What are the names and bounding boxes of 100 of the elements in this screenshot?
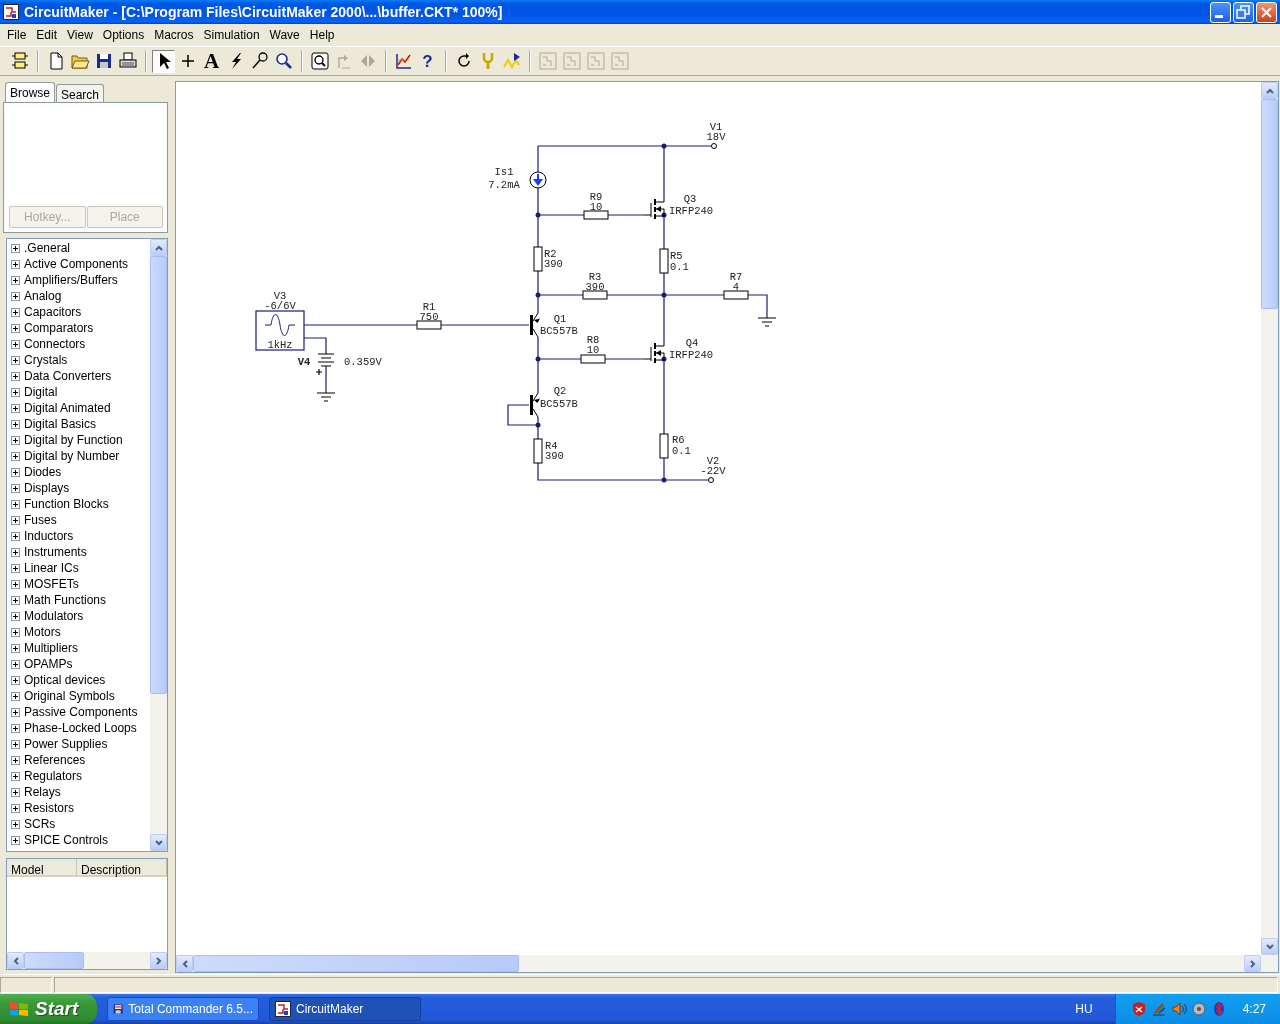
- expand-icon[interactable]: [11, 547, 20, 557]
- tree-item[interactable]: Comparators: [24, 319, 94, 337]
- taskbar-button[interactable]: Total Commander 6.5...: [107, 997, 259, 1021]
- schematic-canvas[interactable]: V1 18V Is1 7.2mA R9 10 Q3 IRFP240 R2 390 R5 0.1 R3 390 R7 4 V3 -6/6V 1kHz R1 750 Q1 BC557B R8 10 Q4 IRFP240 V4 0.359V Q2 BC557B R4 390 R6 0.1 V2 -22V: [175, 81, 1279, 973]
- expand-icon[interactable]: [11, 819, 20, 829]
- expand-icon[interactable]: [11, 595, 20, 605]
- tab[interactable]: Search: [56, 84, 105, 102]
- menu-item[interactable]: View: [62, 26, 98, 44]
- horizontal-scrollbar[interactable]: [176, 955, 1278, 972]
- minimize-button[interactable]: [1210, 1, 1231, 23]
- horizontal-scrollbar[interactable]: [7, 952, 167, 969]
- tree-item[interactable]: Digital Basics: [24, 415, 97, 433]
- expand-icon[interactable]: [11, 611, 20, 621]
- scroll-left-button[interactable]: [7, 952, 24, 969]
- tree-item[interactable]: Crystals: [24, 351, 68, 369]
- tree-item[interactable]: Phase-Locked Loops: [24, 719, 137, 737]
- menu-item[interactable]: Simulation: [198, 26, 265, 44]
- tree-item[interactable]: Inductors: [24, 527, 74, 545]
- expand-icon[interactable]: [11, 659, 20, 669]
- scroll-thumb[interactable]: [193, 955, 519, 972]
- expand-icon[interactable]: [11, 339, 20, 349]
- tree-item[interactable]: References: [24, 751, 86, 769]
- start-button[interactable]: Start: [0, 994, 97, 1024]
- scroll-thumb[interactable]: [150, 256, 167, 694]
- tree-item[interactable]: Digital Animated: [24, 399, 111, 417]
- toolbar-button[interactable]: [308, 49, 331, 73]
- language-indicator[interactable]: HU: [1075, 1000, 1093, 1018]
- tree-item[interactable]: Passive Components: [24, 703, 138, 721]
- tree-item[interactable]: SCRs: [24, 815, 56, 833]
- tree-item[interactable]: Optical devices: [24, 671, 106, 689]
- tree-item[interactable]: Power Supplies: [24, 735, 108, 753]
- expand-icon[interactable]: [11, 835, 20, 845]
- column-header[interactable]: Description: [77, 859, 167, 877]
- expand-icon[interactable]: [11, 451, 20, 461]
- expand-icon[interactable]: [11, 243, 20, 253]
- tree-item[interactable]: Active Components: [24, 255, 129, 273]
- scroll-right-button[interactable]: [150, 952, 167, 969]
- expand-icon[interactable]: [11, 291, 20, 301]
- expand-icon[interactable]: [11, 755, 20, 765]
- tree-item[interactable]: Multipliers: [24, 639, 78, 657]
- tree-item[interactable]: Displays: [24, 479, 70, 497]
- tree-item[interactable]: Modulators: [24, 607, 84, 625]
- tree-item[interactable]: Data Converters: [24, 367, 112, 385]
- tree-item[interactable]: Digital by Function: [24, 431, 123, 449]
- expand-icon[interactable]: [11, 499, 20, 509]
- expand-icon[interactable]: [11, 723, 20, 733]
- vertical-scrollbar[interactable]: [150, 239, 167, 851]
- tab[interactable]: Browse: [5, 82, 55, 102]
- expand-icon[interactable]: [11, 515, 20, 525]
- expand-icon[interactable]: [11, 627, 20, 637]
- scroll-down-button[interactable]: [1261, 938, 1278, 955]
- tree-item[interactable]: Function Blocks: [24, 495, 109, 513]
- expand-icon[interactable]: [11, 643, 20, 653]
- tree-item[interactable]: Math Functions: [24, 591, 107, 609]
- expand-icon[interactable]: [11, 707, 20, 717]
- tree-item[interactable]: Linear ICs: [24, 559, 79, 577]
- tree-item[interactable]: Digital by Number: [24, 447, 120, 465]
- vertical-scrollbar[interactable]: [1261, 82, 1278, 955]
- tree-item[interactable]: Capacitors: [24, 303, 82, 321]
- menu-item[interactable]: Wave: [264, 26, 305, 44]
- scroll-left-button[interactable]: [176, 955, 193, 972]
- tree-item[interactable]: OPAMPs: [24, 655, 73, 673]
- tree-item[interactable]: Instruments: [24, 543, 87, 561]
- tree-item[interactable]: Analog: [24, 287, 62, 305]
- expand-icon[interactable]: [11, 787, 20, 797]
- tree-item[interactable]: Fuses: [24, 511, 57, 529]
- expand-icon[interactable]: [11, 531, 20, 541]
- expand-icon[interactable]: [11, 259, 20, 269]
- restore-button[interactable]: [1233, 1, 1254, 23]
- expand-icon[interactable]: [11, 739, 20, 749]
- menu-item[interactable]: Help: [304, 26, 340, 44]
- tree-item[interactable]: Regulators: [24, 767, 83, 785]
- scroll-thumb[interactable]: [24, 952, 84, 969]
- taskbar-button[interactable]: CircuitMaker: [269, 997, 421, 1021]
- expand-icon[interactable]: [11, 691, 20, 701]
- expand-icon[interactable]: [11, 419, 20, 429]
- scroll-down-button[interactable]: [150, 834, 167, 851]
- expand-icon[interactable]: [11, 307, 20, 317]
- tree-item[interactable]: MOSFETs: [24, 575, 79, 593]
- expand-icon[interactable]: [11, 483, 20, 493]
- help-button[interactable]: ?: [416, 49, 439, 73]
- tree-item[interactable]: Motors: [24, 623, 61, 641]
- model-list[interactable]: Model Description: [6, 858, 168, 970]
- close-button[interactable]: [1256, 1, 1277, 23]
- text-tool-button[interactable]: A: [200, 49, 223, 73]
- menu-item[interactable]: Options: [97, 26, 150, 44]
- tree-item[interactable]: Relays: [24, 783, 61, 801]
- scroll-up-button[interactable]: [1261, 82, 1278, 99]
- toolbar-button[interactable]: [152, 49, 175, 73]
- expand-icon[interactable]: [11, 563, 20, 573]
- tree-item[interactable]: Digital: [24, 383, 58, 401]
- column-header[interactable]: Model: [7, 859, 77, 877]
- menu-item[interactable]: Edit: [31, 26, 63, 44]
- expand-icon[interactable]: [11, 371, 20, 381]
- tree-item[interactable]: Original Symbols: [24, 687, 115, 705]
- expand-icon[interactable]: [11, 435, 20, 445]
- tree-item[interactable]: Diodes: [24, 463, 62, 481]
- expand-icon[interactable]: [11, 403, 20, 413]
- tree-item[interactable]: Connectors: [24, 335, 86, 353]
- scroll-up-button[interactable]: [150, 239, 167, 256]
